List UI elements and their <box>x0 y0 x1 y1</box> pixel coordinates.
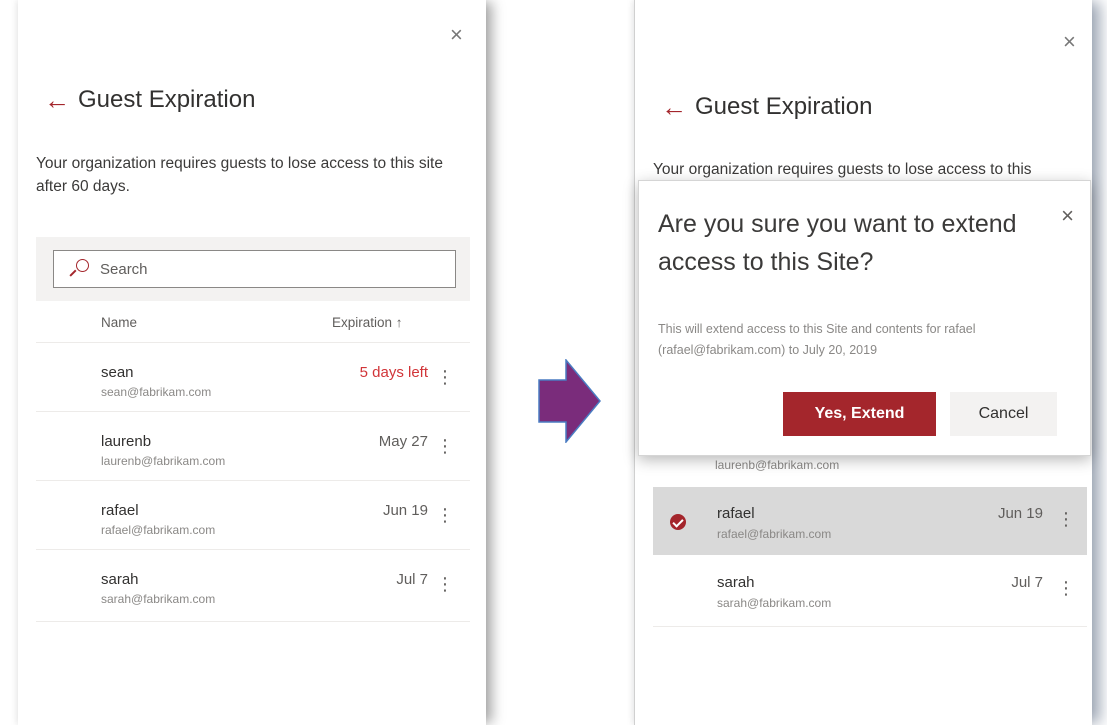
guest-email: rafael@fabrikam.com <box>717 527 832 541</box>
column-header-expiration[interactable]: Expiration ↑ <box>332 315 403 330</box>
guest-name: sean <box>101 364 134 381</box>
table-row[interactable]: rafael rafael@fabrikam.com Jun 19 ⋮ <box>36 480 470 549</box>
description-text: Your organization requires guests to los… <box>36 155 443 195</box>
back-arrow-icon[interactable]: ← <box>661 94 687 120</box>
expiration-value: Jul 7 <box>396 571 428 588</box>
close-icon[interactable]: × <box>450 24 463 46</box>
guest-email: sarah@fabrikam.com <box>101 592 216 606</box>
expiration-value: 5 days left <box>359 364 428 381</box>
guest-name: rafael <box>101 502 139 519</box>
guest-email: laurenb@fabrikam.com <box>715 458 840 472</box>
page-title: Guest Expiration <box>78 86 256 113</box>
search-placeholder: Search <box>100 260 148 278</box>
guest-email: rafael@fabrikam.com <box>101 523 216 537</box>
expiration-value: Jun 19 <box>382 502 428 519</box>
extend-access-dialog: Are you sure you want to extend access t… <box>638 180 1091 456</box>
guest-email: sean@fabrikam.com <box>101 385 212 399</box>
panel-header: ← Guest Expiration <box>44 86 255 114</box>
back-arrow-icon[interactable]: ← <box>44 87 70 113</box>
more-options-icon[interactable]: ⋮ <box>436 575 454 593</box>
guest-name: sarah <box>717 574 755 591</box>
search-input[interactable]: Search <box>53 250 456 288</box>
column-header-name[interactable]: Name <box>101 315 137 330</box>
close-icon[interactable]: × <box>1063 31 1076 53</box>
cancel-button[interactable]: Cancel <box>950 392 1057 436</box>
expiration-value: May 27 <box>378 433 428 450</box>
yes-extend-button[interactable]: Yes, Extend <box>783 392 936 436</box>
table-row[interactable]: sarah sarah@fabrikam.com Jul 7 ⋮ <box>653 555 1087 627</box>
guest-name: laurenb <box>101 433 152 450</box>
dialog-close-icon[interactable]: × <box>1061 205 1074 227</box>
guest-name: rafael <box>717 505 755 522</box>
search-icon <box>68 258 90 280</box>
expiration-value: Jun 19 <box>997 505 1043 522</box>
table-row[interactable]: sean sean@fabrikam.com 5 days left ⋮ <box>36 342 470 411</box>
dialog-body: This will extend access to this Site and… <box>658 322 976 357</box>
table-row[interactable]: laurenb laurenb@fabrikam.com May 27 ⋮ <box>36 411 470 480</box>
selected-check-icon[interactable] <box>670 514 686 530</box>
description-text: Your organization requires guests to los… <box>653 161 1032 178</box>
more-options-icon[interactable]: ⋮ <box>436 506 454 524</box>
guest-expiration-panel-left: × ← Guest Expiration Your organization r… <box>18 0 486 725</box>
panel-header: ← Guest Expiration <box>661 93 872 121</box>
guest-email: sarah@fabrikam.com <box>717 596 832 610</box>
right-arrow-icon <box>538 359 601 443</box>
more-options-icon[interactable]: ⋮ <box>1057 510 1075 528</box>
table-row-selected[interactable]: rafael rafael@fabrikam.com Jun 19 ⋮ <box>653 487 1087 555</box>
dialog-title: Are you sure you want to extend access t… <box>658 210 1017 276</box>
page-title: Guest Expiration <box>695 93 873 120</box>
table-row[interactable]: sarah sarah@fabrikam.com Jul 7 ⋮ <box>36 549 470 622</box>
more-options-icon[interactable]: ⋮ <box>1057 579 1075 597</box>
expiration-value: Jul 7 <box>1011 574 1043 591</box>
more-options-icon[interactable]: ⋮ <box>436 437 454 455</box>
guest-name: sarah <box>101 571 139 588</box>
more-options-icon[interactable]: ⋮ <box>436 368 454 386</box>
guest-email: laurenb@fabrikam.com <box>101 454 226 468</box>
